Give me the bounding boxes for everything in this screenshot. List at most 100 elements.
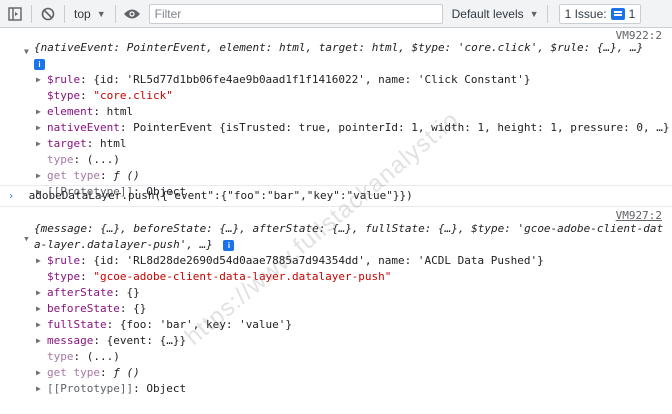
property-value: ƒ () bbox=[113, 169, 140, 182]
expand-triangle-icon[interactable]: ▶ bbox=[36, 285, 46, 301]
expand-triangle-icon[interactable]: ▶ bbox=[36, 136, 46, 152]
property-row[interactable]: ▶ message: {event: {…}} bbox=[0, 333, 672, 349]
log-levels-dropdown[interactable]: Default levels ▼ bbox=[449, 3, 542, 25]
expand-triangle-icon[interactable]: ▼ bbox=[24, 44, 34, 56]
property-key: message bbox=[47, 334, 94, 347]
property-key: get type bbox=[47, 366, 100, 379]
property-separator: : bbox=[80, 89, 94, 102]
property-row[interactable]: $type: "gcoe-adobe-client-data-layer.dat… bbox=[0, 269, 672, 285]
property-key: nativeEvent bbox=[47, 121, 120, 134]
property-separator: : bbox=[106, 318, 120, 331]
property-separator: : bbox=[119, 121, 134, 134]
property-separator: : bbox=[93, 105, 107, 118]
property-separator: : bbox=[80, 254, 94, 267]
property-key: $rule bbox=[47, 254, 81, 267]
clear-console-icon[interactable] bbox=[37, 3, 59, 25]
property-separator: : bbox=[93, 334, 107, 347]
property-value: html bbox=[100, 137, 127, 150]
console-toolbar: top ▼ Filter Default levels ▼ 1 Issue: 1 bbox=[0, 0, 672, 28]
expand-triangle-icon[interactable]: ▶ bbox=[36, 317, 46, 333]
expand-triangle-icon[interactable]: ▶ bbox=[36, 365, 46, 381]
expand-triangle-icon[interactable]: ▶ bbox=[36, 333, 46, 349]
property-key: type bbox=[47, 350, 74, 363]
property-key: afterState bbox=[47, 286, 114, 299]
issues-button[interactable]: 1 Issue: 1 bbox=[558, 3, 642, 24]
expand-triangle-icon[interactable]: ▶ bbox=[36, 381, 46, 397]
property-value: (...) bbox=[86, 350, 120, 363]
property-value: {event: {…}} bbox=[106, 334, 187, 347]
property-row[interactable]: ▶ element: html bbox=[0, 104, 672, 120]
expand-triangle-icon[interactable]: ▶ bbox=[36, 301, 46, 317]
eye-icon[interactable] bbox=[121, 3, 143, 25]
expand-triangle-icon[interactable]: ▶ bbox=[36, 72, 46, 88]
property-key: [[Prototype]] bbox=[47, 382, 134, 395]
expand-triangle-icon[interactable]: ▶ bbox=[36, 253, 46, 269]
expand-triangle-icon[interactable]: ▶ bbox=[36, 168, 46, 184]
property-row[interactable]: type: (...) bbox=[0, 152, 672, 168]
issue-message-icon bbox=[610, 7, 625, 20]
property-row[interactable]: ▶ afterState: {} bbox=[0, 285, 672, 301]
expand-triangle-icon[interactable]: ▶ bbox=[36, 120, 46, 136]
property-separator: : bbox=[80, 270, 94, 283]
property-key: $rule bbox=[47, 73, 81, 86]
property-key: beforeState bbox=[47, 302, 120, 315]
issues-label: 1 Issue: bbox=[564, 6, 607, 21]
toolbar-divider bbox=[31, 4, 32, 23]
property-row[interactable]: ▶ beforeState: {} bbox=[0, 301, 672, 317]
object-summary-text-2: a-layer.datalayer-push', …} bbox=[34, 238, 213, 251]
sidebar-toggle-icon[interactable] bbox=[4, 3, 26, 25]
property-value: {id: 'RL5d77d1bb06fe4ae9b0aad1f1f1416022… bbox=[93, 73, 531, 86]
expand-triangle-icon[interactable]: ▶ bbox=[36, 104, 46, 120]
expand-triangle-icon[interactable]: ▼ bbox=[24, 237, 34, 247]
property-separator: : bbox=[73, 350, 87, 363]
property-value: {} bbox=[126, 286, 140, 299]
property-separator: : bbox=[73, 153, 87, 166]
property-value: "core.click" bbox=[93, 89, 173, 102]
property-row[interactable]: type: (...) bbox=[0, 349, 672, 365]
property-separator: : bbox=[119, 302, 134, 315]
console-message: VM922:2 ▼ {nativeEvent: PointerEvent, el… bbox=[0, 28, 672, 198]
property-row[interactable]: ▶ nativeEvent: PointerEvent {isTrusted: t… bbox=[0, 120, 672, 136]
property-value: html bbox=[106, 105, 134, 118]
property-value: ƒ () bbox=[113, 366, 140, 379]
filter-input[interactable]: Filter bbox=[148, 3, 443, 24]
property-value: Object bbox=[146, 382, 187, 395]
toolbar-divider bbox=[114, 4, 116, 23]
property-key: $type bbox=[47, 270, 81, 283]
property-row[interactable]: ▶ $rule: {id: 'RL8d28de2690d54d0aae7885a7… bbox=[0, 253, 672, 269]
property-row[interactable]: ▶ [[Prototype]]: Object bbox=[0, 381, 672, 397]
source-link[interactable]: VM922:2 bbox=[616, 28, 662, 40]
property-key: get type bbox=[47, 169, 100, 182]
property-row[interactable]: ▶ target: html bbox=[0, 136, 672, 152]
property-row[interactable]: $type: "core.click" bbox=[0, 88, 672, 104]
property-key: $type bbox=[47, 89, 81, 102]
property-row[interactable]: ▶ $rule: {id: 'RL5d77d1bb06fe4ae9b0aad1f1… bbox=[0, 72, 672, 88]
object-properties: ▶ $rule: {id: 'RL5d77d1bb06fe4ae9b0aad1f1… bbox=[0, 72, 672, 200]
property-value: {id: 'RL8d28de2690d54d0aae7885a7d94354dd… bbox=[93, 254, 544, 267]
property-separator: : bbox=[99, 366, 114, 379]
property-value: {} bbox=[133, 302, 147, 315]
object-summary-text: {nativeEvent: PointerEvent, element: htm… bbox=[34, 41, 644, 54]
prompt-chevron-icon: › bbox=[8, 191, 15, 202]
info-icon[interactable]: i bbox=[34, 58, 45, 70]
property-separator: : bbox=[99, 169, 114, 182]
property-row[interactable]: ▶ get type: ƒ () bbox=[0, 365, 672, 381]
context-selector[interactable]: top ▼ bbox=[70, 3, 110, 25]
property-separator: : bbox=[113, 286, 127, 299]
info-icon[interactable]: i bbox=[223, 239, 235, 251]
property-row[interactable]: ▶ get type: ƒ () bbox=[0, 168, 672, 184]
object-summary-continued: ▼ a-layer.datalayer-push', …} i bbox=[0, 237, 672, 253]
context-label: top bbox=[74, 6, 91, 21]
dropdown-arrow-icon: ▼ bbox=[96, 8, 106, 19]
object-summary[interactable]: ▼ {nativeEvent: PointerEvent, element: h… bbox=[0, 40, 672, 56]
toolbar-divider bbox=[64, 4, 65, 23]
property-row[interactable]: ▶ fullState: {foo: 'bar', key: 'value'} bbox=[0, 317, 672, 333]
object-properties: ▶ $rule: {id: 'RL8d28de2690d54d0aae7885a7… bbox=[0, 253, 672, 397]
dropdown-arrow-icon: ▼ bbox=[529, 8, 539, 19]
property-key: target bbox=[47, 137, 87, 150]
source-link[interactable]: VM927:2 bbox=[616, 207, 662, 221]
property-key: fullState bbox=[47, 318, 107, 331]
issues-count: 1 bbox=[628, 6, 636, 21]
property-key: element bbox=[47, 105, 94, 118]
property-separator: : bbox=[86, 137, 100, 150]
